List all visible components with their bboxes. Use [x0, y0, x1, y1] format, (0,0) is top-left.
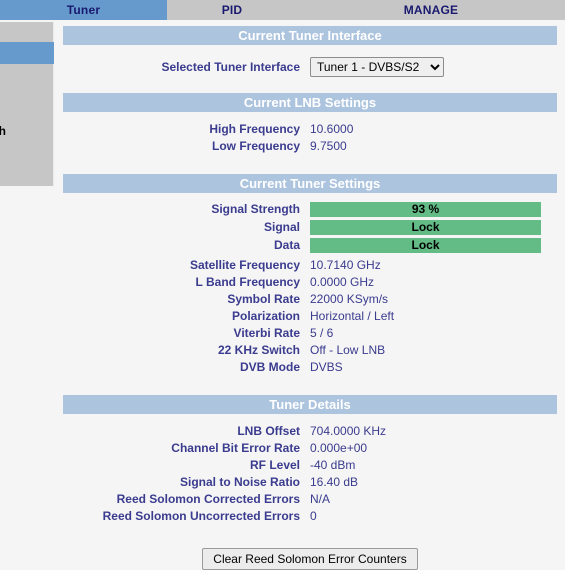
left-sidebar: sh — [0, 22, 54, 186]
row-polarization: Polarization Horizontal / Left — [63, 307, 557, 324]
row-channel-bit-error-rate: Channel Bit Error Rate 0.000e+00 — [63, 439, 557, 456]
label-reed-solomon-uncorrected-errors: Reed Solomon Uncorrected Errors — [102, 508, 300, 523]
barcell-data: Lock — [310, 237, 557, 253]
label-symbol-rate: Symbol Rate — [227, 291, 300, 306]
tab-manage[interactable]: MANAGE — [297, 0, 565, 20]
top-tab-bar: Tuner PID MANAGE — [0, 0, 565, 20]
row-22khz-switch: 22 KHz Switch Off - Low LNB — [63, 341, 557, 358]
label-viterbi-rate: Viterbi Rate — [233, 325, 300, 340]
value-reed-solomon-corrected-errors: N/A — [310, 491, 331, 506]
row-data: Data Lock — [63, 237, 557, 253]
value-dvb-mode: DVBS — [310, 359, 343, 374]
row-dvb-mode: DVB Mode DVBS — [63, 358, 557, 375]
label-signal: Signal — [263, 220, 300, 234]
label-22khz-switch: 22 KHz Switch — [217, 342, 300, 357]
status-badge-signal: Lock — [310, 219, 541, 235]
clear-reed-solomon-error-counters-button[interactable]: Clear Reed Solomon Error Counters — [202, 548, 418, 570]
footer-actions: Clear Reed Solomon Error Counters — [63, 548, 557, 570]
sidebar-item-selected[interactable] — [0, 42, 54, 64]
label-high-frequency: High Frequency — [209, 121, 300, 136]
label-satellite-frequency: Satellite Frequency — [189, 257, 300, 272]
label-rf-level: RF Level — [249, 457, 300, 472]
tuner-interface-select[interactable]: Tuner 1 - DVBS/S2 — [310, 57, 444, 77]
row-reed-solomon-uncorrected-errors: Reed Solomon Uncorrected Errors 0 — [63, 507, 557, 524]
label-signal-strength: Signal Strength — [211, 202, 300, 216]
label-data: Data — [273, 238, 300, 252]
status-badge-signal-strength: 93 % — [310, 201, 541, 217]
value-reed-solomon-uncorrected-errors: 0 — [310, 508, 317, 523]
value-rf-level: -40 dBm — [310, 457, 356, 472]
label-dvb-mode: DVB Mode — [240, 359, 300, 374]
sidebar-item-refresh[interactable]: sh — [0, 120, 54, 142]
tab-pid[interactable]: PID — [167, 0, 297, 20]
row-satellite-frequency: Satellite Frequency 10.7140 GHz — [63, 256, 557, 273]
barcell-signal: Lock — [310, 219, 557, 235]
section-header-tuner-details: Tuner Details — [63, 395, 557, 414]
row-low-frequency: Low Frequency 9.7500 — [63, 137, 557, 154]
value-lnb-offset: 704.0000 KHz — [310, 423, 387, 438]
tab-tuner[interactable]: Tuner — [0, 0, 167, 20]
status-badge-data: Lock — [310, 237, 541, 253]
label-lnb-offset: LNB Offset — [237, 423, 300, 438]
value-l-band-frequency: 0.0000 GHz — [310, 274, 375, 289]
value-channel-bit-error-rate: 0.000e+00 — [310, 440, 368, 455]
row-lnb-offset: LNB Offset 704.0000 KHz — [63, 422, 557, 439]
value-22khz-switch: Off - Low LNB — [310, 342, 386, 357]
tuner-details-rows: LNB Offset 704.0000 KHz Channel Bit Erro… — [63, 414, 557, 524]
barcell-signal-strength: 93 % — [310, 201, 557, 217]
label-polarization: Polarization — [231, 308, 300, 323]
tuner-interface-rows: Selected Tuner Interface Tuner 1 - DVBS/… — [63, 45, 557, 93]
value-viterbi-rate: 5 / 6 — [310, 325, 334, 340]
lnb-rows: High Frequency 10.6000 Low Frequency 9.7… — [63, 112, 557, 174]
value-signal-to-noise-ratio: 16.40 dB — [310, 474, 359, 489]
value-low-frequency: 9.7500 — [310, 138, 347, 153]
tuner-settings-rows: Signal Strength 93 % Signal Lock Data Lo… — [63, 193, 557, 395]
value-high-frequency: 10.6000 — [310, 121, 354, 136]
label-low-frequency: Low Frequency — [211, 138, 300, 153]
section-header-tuner-interface: Current Tuner Interface — [63, 26, 557, 45]
label-l-band-frequency: L Band Frequency — [195, 274, 300, 289]
row-signal-strength: Signal Strength 93 % — [63, 201, 557, 217]
section-header-lnb-settings: Current LNB Settings — [63, 93, 557, 112]
main-content: Current Tuner Interface Selected Tuner I… — [63, 26, 557, 570]
row-rf-level: RF Level -40 dBm — [63, 456, 557, 473]
row-signal: Signal Lock — [63, 219, 557, 235]
label-selected-tuner-interface: Selected Tuner Interface — [161, 60, 301, 74]
row-signal-to-noise-ratio: Signal to Noise Ratio 16.40 dB — [63, 473, 557, 490]
row-symbol-rate: Symbol Rate 22000 KSym/s — [63, 290, 557, 307]
row-selected-tuner-interface: Selected Tuner Interface Tuner 1 - DVBS/… — [63, 53, 557, 81]
value-selected-tuner-interface: Tuner 1 - DVBS/S2 — [310, 57, 557, 77]
row-reed-solomon-corrected-errors: Reed Solomon Corrected Errors N/A — [63, 490, 557, 507]
label-signal-to-noise-ratio: Signal to Noise Ratio — [179, 474, 300, 489]
section-header-tuner-settings: Current Tuner Settings — [63, 174, 557, 193]
row-high-frequency: High Frequency 10.6000 — [63, 120, 557, 137]
value-polarization: Horizontal / Left — [310, 308, 395, 323]
label-reed-solomon-corrected-errors: Reed Solomon Corrected Errors — [116, 491, 300, 506]
value-satellite-frequency: 10.7140 GHz — [310, 257, 381, 272]
value-symbol-rate: 22000 KSym/s — [310, 291, 389, 306]
row-viterbi-rate: Viterbi Rate 5 / 6 — [63, 324, 557, 341]
row-l-band-frequency: L Band Frequency 0.0000 GHz — [63, 273, 557, 290]
label-channel-bit-error-rate: Channel Bit Error Rate — [171, 440, 300, 455]
